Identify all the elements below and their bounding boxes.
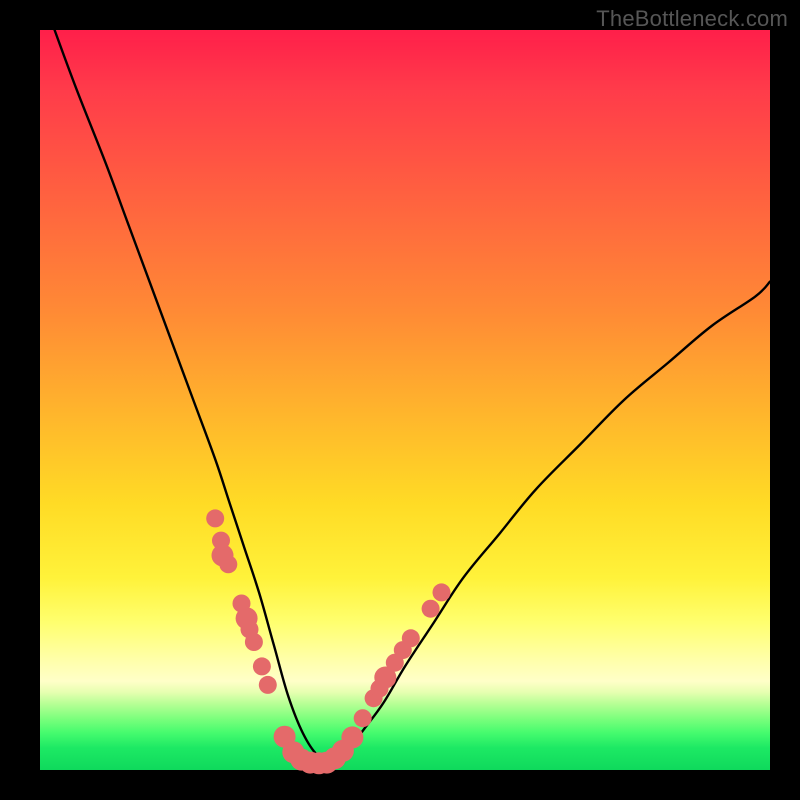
marker-dot [433,583,451,601]
marker-dot [422,600,440,618]
curve-layer [40,30,770,770]
plot-area [40,30,770,770]
marker-dot [245,633,263,651]
marker-dot [253,657,271,675]
chart-stage: TheBottleneck.com [0,0,800,800]
marker-dot [354,709,372,727]
marker-dot [341,726,363,748]
marker-dot [402,629,420,647]
marker-group [206,509,450,774]
marker-dot [259,676,277,694]
marker-dot [206,509,224,527]
bottleneck-curve [55,30,770,763]
watermark-text: TheBottleneck.com [596,6,788,32]
marker-dot [219,555,237,573]
